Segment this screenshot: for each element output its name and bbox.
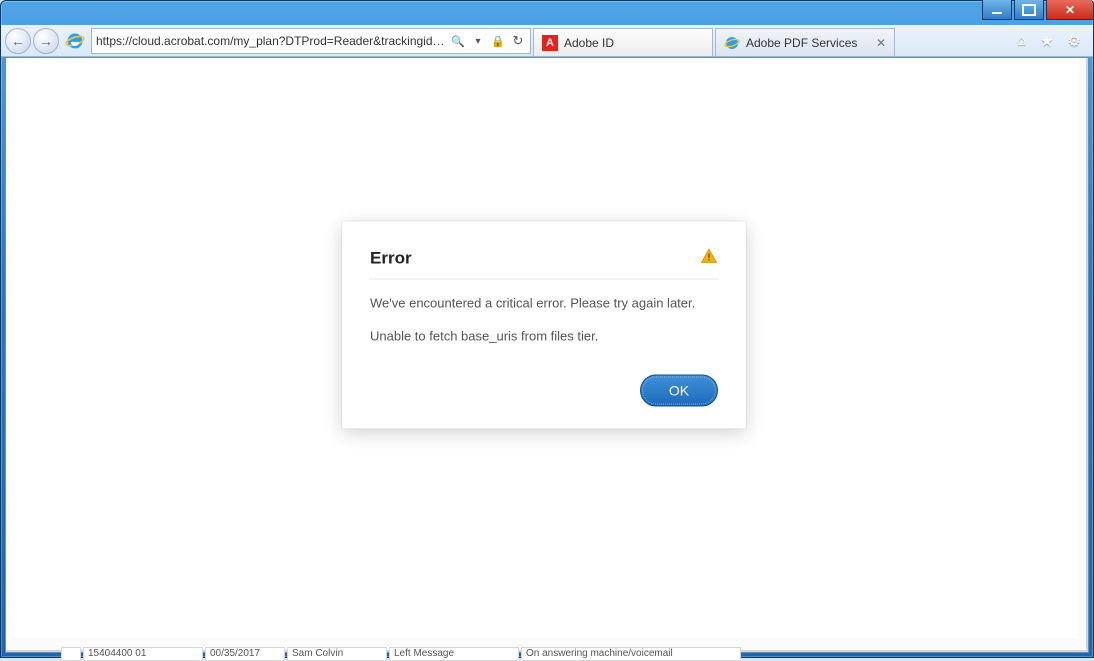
favorites-icon[interactable]: ★ — [1040, 32, 1053, 50]
tab-adobe-pdf-services[interactable]: Adobe PDF Services ✕ — [715, 28, 895, 56]
background-table-row: 15404400 01 00/35/2017 Sam Colvin Left M… — [61, 647, 1013, 661]
tab-close-icon[interactable]: ✕ — [876, 36, 886, 50]
tab-label: Adobe PDF Services — [746, 36, 857, 50]
dialog-footer: OK — [370, 374, 718, 406]
error-dialog: Error We've encountered a critical error… — [342, 221, 746, 428]
dialog-title: Error — [370, 249, 412, 269]
bg-cell: Left Message — [389, 647, 519, 661]
ie-favicon-icon — [724, 35, 740, 51]
forward-button[interactable]: → — [33, 28, 59, 54]
browser-window: ← → Adobe ID Adobe PDF Services ✕ ⌂ ★ — [0, 0, 1094, 658]
tab-adobe-id[interactable]: Adobe ID — [533, 28, 713, 56]
back-button[interactable]: ← — [5, 28, 31, 54]
home-icon[interactable]: ⌂ — [1017, 32, 1026, 50]
window-titlebar — [1, 1, 1093, 25]
page-body: Error We've encountered a critical error… — [6, 58, 1088, 652]
ie-logo-icon — [65, 31, 85, 51]
bg-cell: 15404400 01 — [83, 647, 203, 661]
content-frame: Error We've encountered a critical error… — [5, 57, 1089, 653]
adobe-icon — [542, 35, 558, 51]
url-dropdown-icon[interactable] — [470, 33, 486, 49]
search-icon[interactable] — [450, 33, 466, 49]
address-bar[interactable] — [91, 28, 531, 54]
bg-cell: 00/35/2017 — [205, 647, 285, 661]
tab-label: Adobe ID — [564, 36, 614, 50]
browser-toolbar-icons: ⌂ ★ ⚙ — [1009, 32, 1089, 50]
refresh-icon[interactable] — [510, 33, 526, 49]
navigation-bar: ← → Adobe ID Adobe PDF Services ✕ ⌂ ★ — [1, 25, 1093, 57]
bg-cell: Sam Colvin — [287, 647, 387, 661]
dialog-message-1: We've encountered a critical error. Plea… — [370, 293, 718, 313]
dialog-header: Error — [370, 247, 718, 279]
dialog-message-2: Unable to fetch base_uris from files tie… — [370, 327, 718, 347]
ok-button[interactable]: OK — [640, 374, 718, 406]
window-controls — [982, 0, 1094, 20]
bg-cell: On answering machine/voicemail — [521, 647, 741, 661]
window-maximize-button[interactable] — [1014, 0, 1044, 20]
window-close-button[interactable] — [1046, 0, 1094, 20]
window-minimize-button[interactable] — [982, 0, 1012, 20]
settings-gear-icon[interactable]: ⚙ — [1068, 32, 1081, 50]
url-input[interactable] — [96, 34, 446, 48]
page-inset: Error We've encountered a critical error… — [10, 58, 1078, 638]
warning-icon — [700, 247, 718, 270]
lock-icon — [490, 33, 506, 49]
